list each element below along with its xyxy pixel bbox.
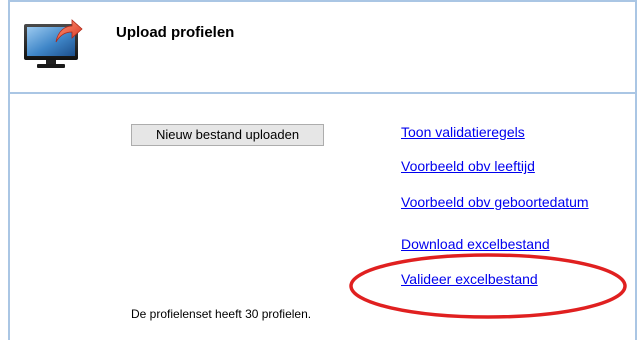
validate-excel-file-link[interactable]: Valideer excelbestand xyxy=(401,271,538,287)
page-title: Upload profielen xyxy=(116,24,235,41)
upload-new-file-button[interactable]: Nieuw bestand uploaden xyxy=(131,124,324,146)
header-divider xyxy=(8,92,637,94)
profile-count-status: De profielenset heeft 30 profielen. xyxy=(131,307,312,321)
download-excel-file-link[interactable]: Download excelbestand xyxy=(401,236,550,252)
example-by-birthdate-link[interactable]: Voorbeeld obv geboortedatum xyxy=(401,194,589,210)
monitor-with-arrow-icon xyxy=(24,19,83,68)
example-by-age-link[interactable]: Voorbeeld obv leeftijd xyxy=(401,158,535,174)
show-validation-rules-link[interactable]: Toon validatieregels xyxy=(401,124,525,140)
content-frame xyxy=(8,0,637,340)
